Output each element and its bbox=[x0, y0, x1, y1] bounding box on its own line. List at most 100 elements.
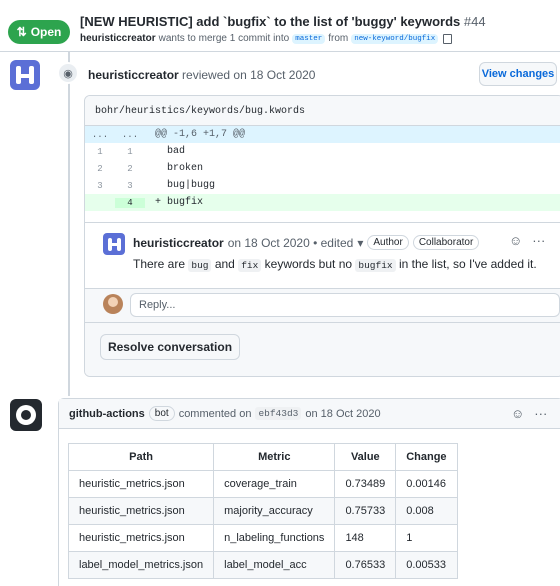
bot-comment: github-actions bot commented on ebf43d3 … bbox=[58, 398, 560, 586]
new-line-number: 4 bbox=[115, 197, 145, 208]
comment-actions: ☺ ··· bbox=[509, 233, 545, 248]
head-branch[interactable]: new-keyword/bugfix bbox=[351, 33, 439, 44]
table-cell: heuristic_metrics.json bbox=[67, 470, 215, 498]
pull-request-icon: ⇅ bbox=[16, 25, 27, 39]
new-line-number: ... bbox=[121, 129, 139, 140]
kebab-menu-icon[interactable]: ··· bbox=[532, 233, 545, 248]
comment-meta[interactable]: on 18 Oct 2020 • edited bbox=[228, 236, 354, 250]
diff-code: + bugfix bbox=[155, 197, 204, 208]
diff-row: 1 1 bad bbox=[85, 143, 560, 160]
bot-author-link[interactable]: github-actions bbox=[69, 408, 145, 420]
inline-code: bugfix bbox=[355, 259, 396, 272]
column-header: Change bbox=[395, 443, 458, 471]
table-cell: label_model_metrics.json bbox=[67, 551, 215, 579]
old-line-number: 3 bbox=[97, 180, 103, 191]
comment-actions: ☺ ··· bbox=[511, 406, 547, 421]
comment-text: There are bbox=[133, 257, 186, 271]
review-action-text: reviewed on 18 Oct 2020 bbox=[182, 68, 316, 82]
table-cell: 0.76533 bbox=[334, 551, 397, 579]
comment-author-link[interactable]: heuristiccreator bbox=[133, 236, 224, 250]
pr-author-link[interactable]: heuristiccreator bbox=[80, 33, 156, 44]
reply-row: Reply... bbox=[85, 288, 560, 322]
table-cell: 0.73489 bbox=[334, 470, 397, 498]
diff-added-row: 4 + bugfix bbox=[85, 194, 560, 211]
avatar[interactable] bbox=[10, 60, 40, 90]
chevron-down-icon[interactable]: ▾ bbox=[357, 236, 363, 250]
review-author-link[interactable]: heuristiccreator bbox=[88, 68, 179, 82]
table-cell: label_model_acc bbox=[213, 551, 336, 579]
timeline-line bbox=[68, 52, 70, 396]
kebab-menu-icon[interactable]: ··· bbox=[534, 406, 547, 421]
bot-comment-header: github-actions bot commented on ebf43d3 … bbox=[59, 399, 560, 429]
table-row: heuristic_metrics.json majority_accuracy… bbox=[67, 497, 458, 525]
table-cell: heuristic_metrics.json bbox=[67, 497, 215, 525]
diff-hunk-row: ... ... @@ -1,6 +1,7 @@ bbox=[85, 126, 560, 143]
table-cell: 148 bbox=[334, 524, 397, 552]
smiley-icon[interactable]: ☺ bbox=[509, 233, 522, 248]
review-header: heuristiccreator reviewed on 18 Oct 2020 bbox=[88, 68, 315, 82]
column-header: Metric bbox=[213, 443, 336, 471]
old-line-number: 1 bbox=[97, 146, 103, 157]
old-line-number: 2 bbox=[97, 163, 103, 174]
avatar-logo-icon bbox=[16, 66, 34, 84]
bot-label: bot bbox=[148, 406, 175, 421]
review-thread: bohr/heuristics/keywords/bug.kwords ... … bbox=[84, 95, 560, 377]
diff-row: 2 2 broken bbox=[85, 160, 560, 177]
comment-text: and bbox=[214, 257, 235, 271]
new-line-number: 3 bbox=[127, 180, 133, 191]
copy-icon[interactable] bbox=[443, 33, 453, 44]
diff-code: bug|bugg bbox=[155, 180, 216, 191]
inline-code: fix bbox=[238, 259, 262, 272]
avatar[interactable] bbox=[103, 233, 125, 255]
comment-text: keywords but no bbox=[264, 257, 353, 271]
inline-code: bug bbox=[188, 259, 212, 272]
reply-input[interactable]: Reply... bbox=[130, 293, 560, 317]
diff-code: broken bbox=[155, 163, 204, 174]
resolve-row: Resolve conversation bbox=[85, 322, 560, 376]
old-line-number: ... bbox=[91, 129, 109, 140]
table-row: label_model_metrics.json label_model_acc… bbox=[67, 551, 458, 579]
table-cell: 0.00533 bbox=[395, 551, 458, 579]
author-label: Author bbox=[367, 235, 409, 250]
table-cell: 1 bbox=[395, 524, 458, 552]
table-row: heuristic_metrics.json coverage_train 0.… bbox=[67, 470, 458, 498]
diff-row: 3 3 bug|bugg bbox=[85, 177, 560, 194]
table-row: heuristic_metrics.json n_labeling_functi… bbox=[67, 524, 458, 552]
pr-number: #44 bbox=[463, 14, 486, 29]
column-header: Value bbox=[334, 443, 397, 471]
avatar bbox=[103, 294, 123, 314]
new-line-number: 1 bbox=[127, 146, 133, 157]
eye-icon: ◉ bbox=[57, 62, 79, 84]
column-header: Path bbox=[67, 443, 215, 471]
pr-subtitle: heuristiccreator wants to merge 1 commit… bbox=[80, 33, 453, 44]
metrics-table: Path Metric Value Change heuristic_metri… bbox=[67, 443, 458, 579]
collaborator-label: Collaborator bbox=[412, 235, 480, 250]
table-cell: majority_accuracy bbox=[213, 497, 336, 525]
comment-body: There are bug and fix keywords but no bu… bbox=[133, 257, 537, 272]
table-header-row: Path Metric Value Change bbox=[67, 443, 458, 471]
new-line-number: 2 bbox=[127, 163, 133, 174]
pr-merge-text: wants to merge 1 commit into bbox=[158, 33, 290, 44]
table-cell: heuristic_metrics.json bbox=[67, 524, 215, 552]
comment-date[interactable]: on 18 Oct 2020 bbox=[305, 408, 380, 420]
base-branch[interactable]: master bbox=[292, 33, 326, 44]
github-logo-icon bbox=[16, 405, 36, 425]
pr-header: ⇅ Open [NEW HEURISTIC] add `bugfix` to t… bbox=[0, 0, 560, 52]
comment-header: heuristiccreator on 18 Oct 2020 • edited… bbox=[133, 235, 480, 250]
avatar[interactable] bbox=[10, 399, 42, 431]
comment-action-text: commented on bbox=[178, 407, 252, 420]
table-cell: 0.008 bbox=[395, 497, 458, 525]
smiley-icon[interactable]: ☺ bbox=[511, 406, 524, 421]
table-cell: n_labeling_functions bbox=[213, 524, 336, 552]
diff-code: bad bbox=[155, 146, 186, 157]
avatar-logo-icon bbox=[107, 237, 121, 251]
resolve-conversation-button[interactable]: Resolve conversation bbox=[100, 334, 240, 360]
view-changes-button[interactable]: View changes bbox=[479, 62, 557, 86]
commit-link[interactable]: ebf43d3 bbox=[255, 407, 302, 420]
file-path[interactable]: bohr/heuristics/keywords/bug.kwords bbox=[85, 96, 560, 126]
table-cell: coverage_train bbox=[213, 470, 336, 498]
pr-state-badge: ⇅ Open bbox=[8, 20, 70, 44]
comment-text: in the list, so I've added it. bbox=[398, 257, 537, 271]
pr-title-text: [NEW HEURISTIC] add `bugfix` to the list… bbox=[80, 14, 461, 29]
pr-from-text: from bbox=[328, 33, 349, 44]
